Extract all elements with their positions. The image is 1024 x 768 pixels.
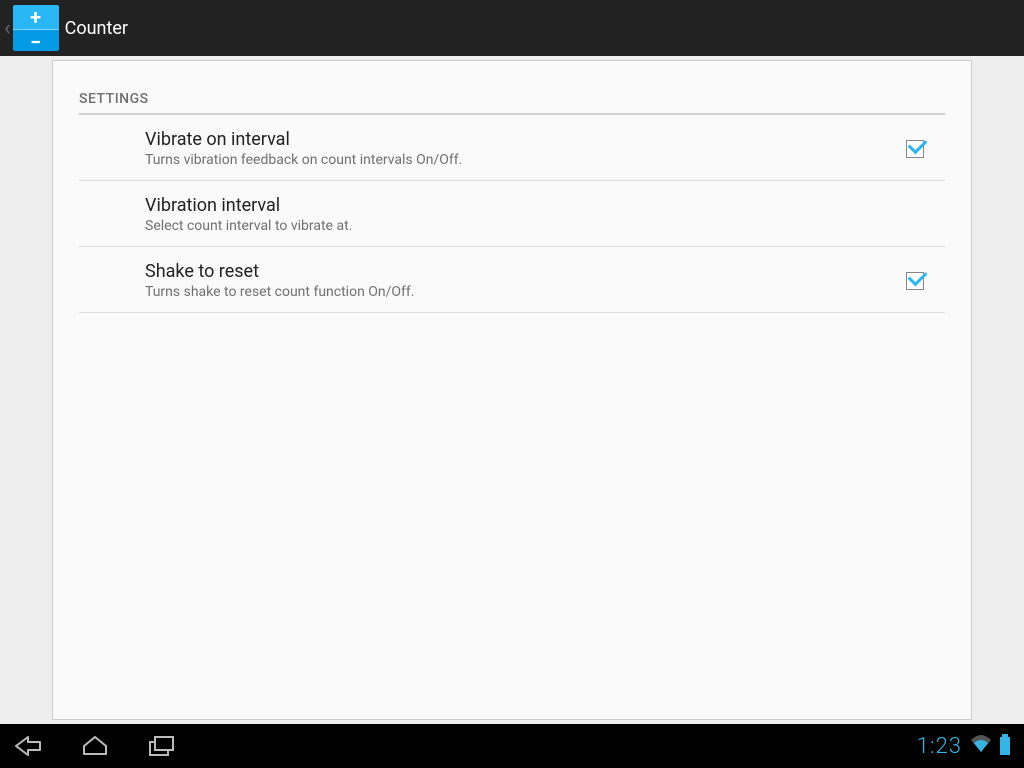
setting-row-vibration-interval[interactable]: Vibration interval Select count interval… xyxy=(79,181,945,247)
checkbox-vibrate-on-interval[interactable] xyxy=(906,140,924,158)
setting-subtitle: Select count interval to vibrate at. xyxy=(145,218,885,234)
content-stage: SETTINGS Vibrate on interval Turns vibra… xyxy=(0,56,1024,724)
minus-icon: − xyxy=(13,30,59,51)
setting-title: Vibrate on interval xyxy=(145,129,885,150)
setting-title: Shake to reset xyxy=(145,261,885,282)
app-title: Counter xyxy=(65,18,128,39)
home-icon[interactable] xyxy=(80,734,110,758)
back-icon[interactable] xyxy=(14,734,44,758)
settings-section-header: SETTINGS xyxy=(79,91,945,115)
setting-subtitle: Turns shake to reset count function On/O… xyxy=(145,284,885,300)
setting-row-shake-to-reset[interactable]: Shake to reset Turns shake to reset coun… xyxy=(79,247,945,313)
setting-row-vibrate-on-interval[interactable]: Vibrate on interval Turns vibration feed… xyxy=(79,115,945,181)
plus-icon: + xyxy=(13,5,59,30)
wifi-icon xyxy=(970,735,992,757)
settings-panel: SETTINGS Vibrate on interval Turns vibra… xyxy=(52,60,972,720)
app-icon[interactable]: + − xyxy=(13,5,59,51)
status-clock[interactable]: 1:23 xyxy=(917,734,962,759)
back-caret-icon[interactable]: ‹ xyxy=(4,16,13,41)
system-nav-bar: 1:23 xyxy=(0,724,1024,768)
setting-title: Vibration interval xyxy=(145,195,885,216)
action-bar: ‹ + − Counter xyxy=(0,0,1024,56)
recents-icon[interactable] xyxy=(146,734,176,758)
checkbox-shake-to-reset[interactable] xyxy=(906,272,924,290)
battery-icon xyxy=(1000,737,1010,755)
setting-subtitle: Turns vibration feedback on count interv… xyxy=(145,152,885,168)
